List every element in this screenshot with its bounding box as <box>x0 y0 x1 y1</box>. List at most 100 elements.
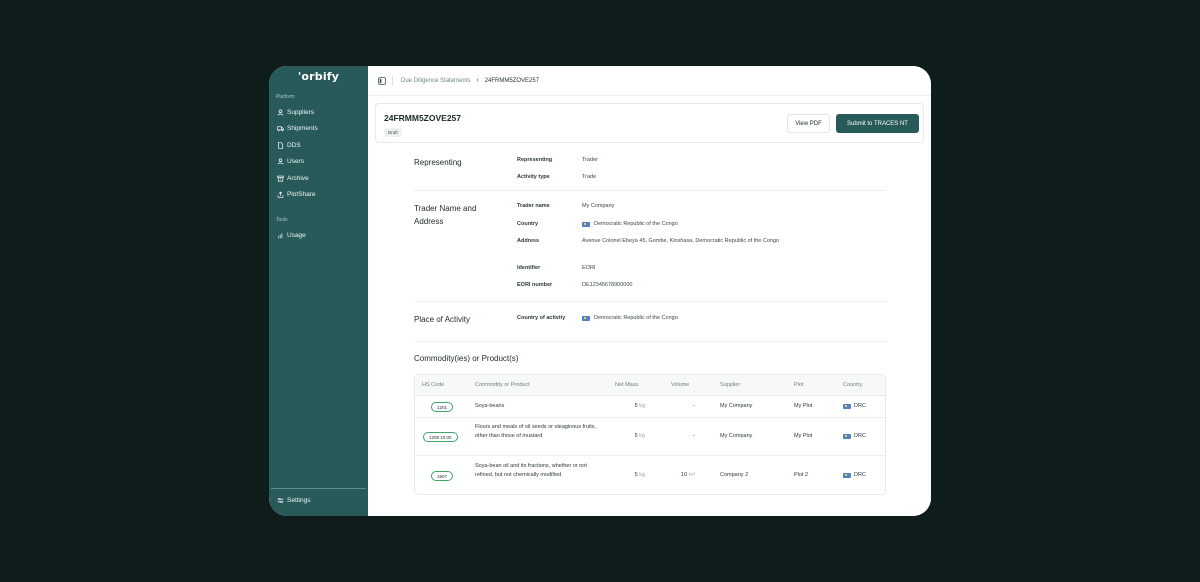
field-value-text: Trade <box>582 174 597 180</box>
volume-cell: 10 m³ <box>655 471 695 480</box>
sidebar-item-archive[interactable]: Archive <box>276 173 309 183</box>
net-mass-cell: 5 kg <box>605 471 645 480</box>
section-divider <box>414 301 886 302</box>
sidebar-item-label: PlotShare <box>287 190 316 198</box>
platform-section-label: Platform <box>276 94 295 100</box>
field-value-text: Avenue Colonel Ebeya 45, Gombe, Kinshasa… <box>582 238 780 244</box>
table-row[interactable]: 1201 Soya-beans 5 kg - My Company My Plo… <box>415 396 885 418</box>
field-value: Trade <box>582 173 822 182</box>
orbify-logo[interactable]: 'orbify <box>269 70 368 83</box>
user-icon <box>276 157 284 165</box>
page-title: 24FRMM5ZOVE257 <box>384 113 461 123</box>
field-value-text: EORI <box>582 265 596 271</box>
sliders-icon <box>276 496 284 504</box>
share-icon <box>276 190 284 198</box>
sidebar-toggle-icon[interactable] <box>378 76 386 85</box>
field-value-text: Trader <box>582 157 598 163</box>
sidebar-item-label: Users <box>287 157 304 165</box>
breadcrumb-current: 24FRMM5ZOVE257 <box>484 77 540 84</box>
field-value: Trader <box>582 156 822 165</box>
main-content: Due Diligence Statements › 24FRMM5ZOVE25… <box>368 66 931 516</box>
hs-code-badge: 1507 <box>431 471 454 481</box>
product-cell: Flours and meals of oil seeds or oleagin… <box>475 424 597 439</box>
sidebar-item-suppliers[interactable]: Suppliers <box>276 107 314 117</box>
net-mass-value: 5 <box>634 403 638 409</box>
drc-flag-icon <box>843 473 851 478</box>
drc-flag-icon <box>582 221 590 227</box>
column-header: Net Mass <box>615 382 639 388</box>
submit-traces-button[interactable]: Submit to TRACES NT <box>836 114 919 133</box>
table-header: HS Code Commodity or Product Net Mass Vo… <box>415 375 885 396</box>
plot-cell: My Plot <box>794 433 813 439</box>
sidebar-item-users[interactable]: Users <box>276 156 304 166</box>
sidebar-item-plotshare[interactable]: PlotShare <box>276 189 316 199</box>
country-cell: DRC <box>843 402 866 411</box>
field-label: Country of activity <box>517 315 566 321</box>
chart-icon <box>276 231 284 239</box>
sidebar-item-label: Settings <box>287 496 311 504</box>
hs-code-badge: 1201 <box>431 402 454 412</box>
supplier-cell: My Company <box>720 403 753 409</box>
tools-section-label: Tools <box>276 217 288 223</box>
volume-cell: - <box>655 402 695 411</box>
status-badge: Draft <box>384 128 402 137</box>
net-mass-unit: kg <box>639 472 645 478</box>
chevron-right-icon: › <box>476 77 479 84</box>
volume-value: - <box>693 403 695 409</box>
country-cell: DRC <box>843 432 866 441</box>
sidebar-item-dds[interactable]: DDS <box>276 140 301 150</box>
column-header: Volume <box>671 382 690 388</box>
volume-unit: m³ <box>688 472 695 478</box>
supplier-cell: Company 2 <box>720 472 749 478</box>
country-value: DRC <box>854 472 866 478</box>
supplier-cell: My Company <box>720 433 753 439</box>
section-title-representing: Representing <box>414 158 462 167</box>
commodities-title: Commodity(ies) or Product(s) <box>414 354 519 363</box>
truck-icon <box>276 124 284 132</box>
field-value-text: DE12345678900000 <box>582 282 633 288</box>
archive-icon <box>276 174 284 182</box>
app-window: 'orbify Platform Suppliers Shipments DDS… <box>269 66 931 516</box>
sidebar-item-label: Usage <box>287 231 306 239</box>
field-label: Identifier <box>517 265 541 271</box>
field-value: My Company <box>582 202 822 211</box>
product-cell: Soya-beans <box>475 403 505 409</box>
field-value-text: My Company <box>582 203 615 209</box>
sidebar-item-label: Suppliers <box>287 108 315 116</box>
product-cell: Soya-bean oil and its fractions, whether… <box>475 463 587 478</box>
document-icon <box>276 141 284 149</box>
drc-flag-icon <box>843 434 851 439</box>
sidebar-item-label: Shipments <box>287 124 318 132</box>
net-mass-value: 5 <box>634 472 638 478</box>
table-row[interactable]: 1208 10 00 Flours and meals of oil seeds… <box>415 418 885 456</box>
field-value: Avenue Colonel Ebeya 45, Gombe, Kinshasa… <box>582 237 822 246</box>
column-header: Supplier <box>720 382 741 388</box>
table-row[interactable]: 1507 Soya-bean oil and its fractions, wh… <box>415 456 885 495</box>
field-label: Representing <box>517 157 553 163</box>
sidebar-item-shipments[interactable]: Shipments <box>276 123 318 133</box>
plot-cell: Plot 2 <box>794 472 809 478</box>
sidebar-item-usage[interactable]: Usage <box>276 230 306 240</box>
net-mass-cell: 5 kg <box>605 432 645 441</box>
net-mass-unit: kg <box>639 433 645 439</box>
column-header: Plot <box>794 382 804 388</box>
topbar-separator <box>392 75 393 86</box>
field-value-text: Democratic Republic of the Congo <box>594 315 678 321</box>
field-label: Trader name <box>517 203 550 209</box>
field-label: Address <box>517 238 540 244</box>
plot-cell: My Plot <box>794 403 813 409</box>
field-value-text: Democratic Republic of the Congo <box>594 221 678 227</box>
country-value: DRC <box>854 403 866 409</box>
field-label: Activity type <box>517 174 550 180</box>
field-label: Country <box>517 221 539 227</box>
column-header: Commodity or Product <box>475 382 530 388</box>
field-label: EORI number <box>517 282 553 288</box>
sidebar-item-settings[interactable]: Settings <box>276 495 311 505</box>
field-value: Democratic Republic of the Congo <box>582 314 822 323</box>
user-icon <box>276 108 284 116</box>
sidebar-item-label: Archive <box>287 174 309 182</box>
breadcrumb-parent[interactable]: Due Diligence Statements <box>401 78 470 84</box>
view-pdf-button[interactable]: View PDF <box>787 114 830 133</box>
section-divider <box>414 190 886 191</box>
section-title-trader: Trader Name and Address <box>414 204 477 226</box>
